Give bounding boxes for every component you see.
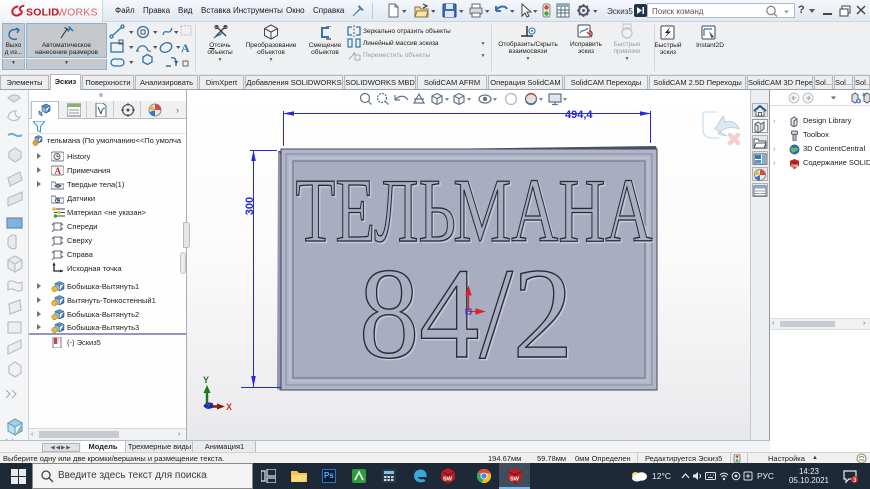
svg-text:WORKS: WORKS	[57, 7, 98, 19]
svg-text:Y: Y	[203, 375, 209, 385]
svg-text:SW: SW	[510, 477, 520, 483]
svg-text:A: A	[181, 41, 190, 55]
svg-text:SW: SW	[791, 164, 799, 169]
svg-text:300: 300	[244, 197, 256, 215]
svg-text:X: X	[226, 402, 232, 412]
svg-text:SW: SW	[443, 477, 453, 483]
svg-text:494,4: 494,4	[565, 109, 593, 121]
svg-text:SOLID: SOLID	[26, 7, 59, 19]
svg-text:A: A	[55, 166, 62, 176]
svg-text:Z: Z	[206, 404, 211, 411]
